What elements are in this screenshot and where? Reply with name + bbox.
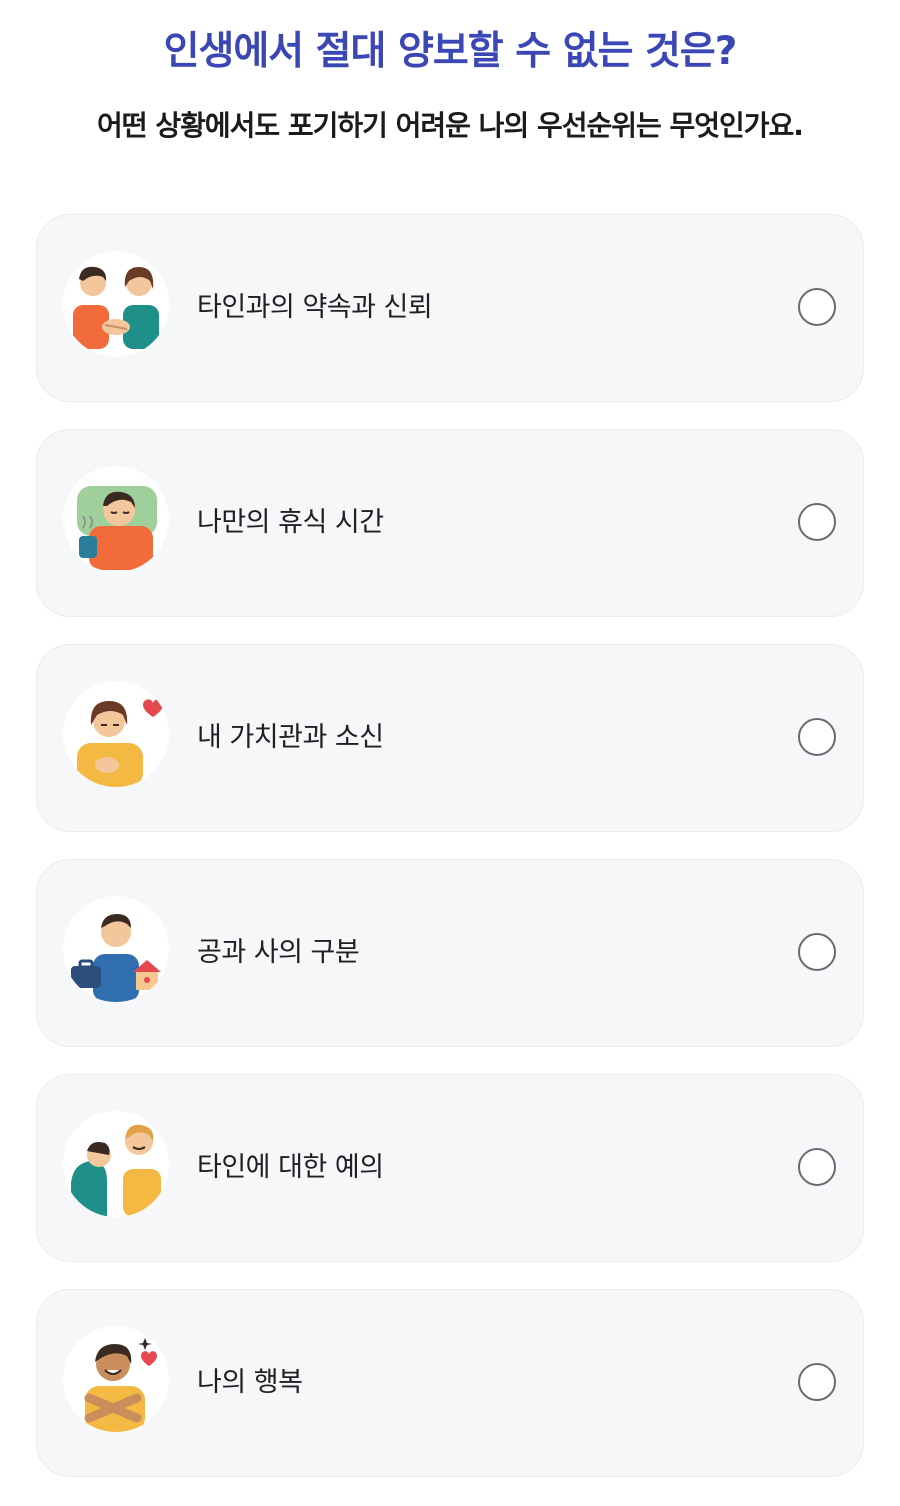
- radio-button[interactable]: [798, 1363, 836, 1401]
- radio-button[interactable]: [798, 1148, 836, 1186]
- radio-button[interactable]: [798, 933, 836, 971]
- option-label: 공과 사의 구분: [197, 937, 360, 968]
- option-card-happiness[interactable]: 나의 행복: [36, 1289, 864, 1477]
- radio-button[interactable]: [798, 503, 836, 541]
- hand-on-heart-icon: [63, 681, 169, 787]
- self-hug-icon: [63, 1326, 169, 1432]
- radio-button[interactable]: [798, 718, 836, 756]
- option-list: 타인과의 약속과 신뢰 나만의 휴식 시간 내 가치관과 소신 공과 사의 구분…: [36, 214, 864, 1504]
- resting-person-icon: [63, 466, 169, 572]
- option-card-values[interactable]: 내 가치관과 소신: [36, 644, 864, 832]
- option-card-courtesy[interactable]: 타인에 대한 예의: [36, 1074, 864, 1262]
- option-card-rest[interactable]: 나만의 휴식 시간: [36, 429, 864, 617]
- handshake-icon: [63, 251, 169, 357]
- survey-page: 인생에서 절대 양보할 수 없는 것은? 어떤 상황에서도 포기하기 어려운 나…: [0, 0, 900, 1506]
- option-label: 타인과의 약속과 신뢰: [197, 292, 433, 323]
- option-card-work-life[interactable]: 공과 사의 구분: [36, 859, 864, 1047]
- question-subtitle: 어떤 상황에서도 포기하기 어려운 나의 우선순위는 무엇인가요.: [97, 109, 804, 142]
- question-title: 인생에서 절대 양보할 수 없는 것은?: [163, 29, 738, 74]
- option-label: 내 가치관과 소신: [197, 722, 384, 753]
- option-label: 나만의 휴식 시간: [197, 507, 384, 538]
- option-label: 타인에 대한 예의: [197, 1152, 384, 1183]
- work-home-balance-icon: [63, 896, 169, 1002]
- bowing-people-icon: [63, 1111, 169, 1217]
- radio-button[interactable]: [798, 288, 836, 326]
- option-card-trust[interactable]: 타인과의 약속과 신뢰: [36, 214, 864, 402]
- option-label: 나의 행복: [197, 1367, 303, 1398]
